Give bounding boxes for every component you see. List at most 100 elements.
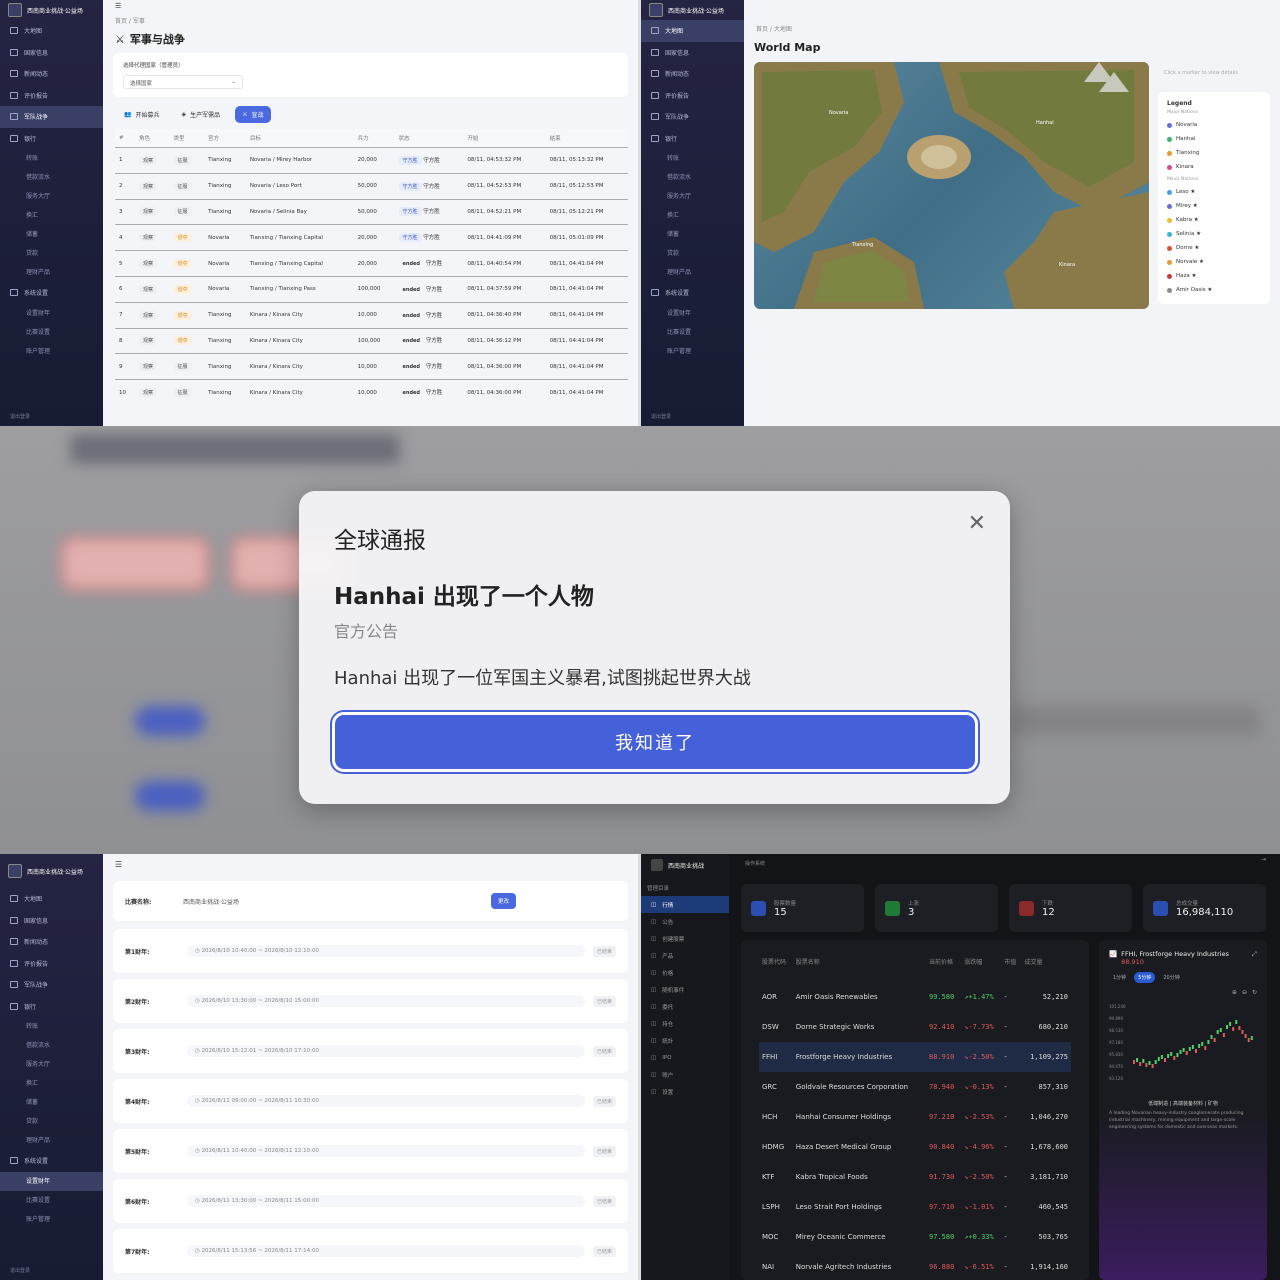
sidebar-item[interactable]: 银行: [641, 128, 744, 150]
table-row[interactable]: 4 观察 侵夺 Novaria Tianxing / Tianxing Capital 2…: [115, 224, 628, 251]
sidebar-item[interactable]: 国家信息: [0, 910, 103, 932]
sidebar-item[interactable]: 军队战争: [0, 974, 103, 996]
stock-menu-item[interactable]: ◫ 公告: [641, 913, 729, 930]
country-select[interactable]: 选择国家 ⌄: [123, 75, 243, 89]
sidebar-subitem[interactable]: 储蓄: [641, 225, 744, 244]
stock-menu-item[interactable]: ◫ 随机事件: [641, 981, 729, 998]
produce-supplies-button[interactable]: ◈ 生产军需品: [175, 106, 228, 123]
stock-menu-item[interactable]: ◫ 行情: [641, 896, 729, 913]
table-row[interactable]: 8 观察 侵夺 Tianxing Kinara / Kinara City 100,000…: [115, 327, 628, 354]
candlestick-chart[interactable]: 101.240 99.890 98.530 97.180 95.830 94.470 93.…: [1109, 1000, 1257, 1090]
sidebar-subitem[interactable]: 换汇: [0, 1074, 103, 1093]
sidebar-item[interactable]: 国家信息: [0, 42, 103, 64]
table-row[interactable]: GRC Goldvale Resources Corporation 78.940 ↘…: [759, 1072, 1071, 1102]
sidebar-subitem[interactable]: 账户管理: [0, 342, 103, 361]
world-map[interactable]: Novaria Hanhai Tianxing Kinara: [754, 62, 1149, 309]
date-range[interactable]: ◷ 2026/8/11 10:40:00 ~ 2026/8/11 12:10:0…: [187, 1145, 585, 1157]
legend-item[interactable]: Haza ★: [1167, 269, 1261, 283]
legend-item[interactable]: Amir Oasis ★: [1167, 283, 1261, 297]
sidebar-subitem[interactable]: 服务大厅: [0, 1055, 103, 1074]
table-row[interactable]: NAI Norvale Agritech Industries 96.880 ↘-6.…: [759, 1252, 1071, 1280]
table-row[interactable]: 7 观察 侵夺 Tianxing Kinara / Kinara City 10,000 e…: [115, 301, 628, 329]
close-icon[interactable]: ✕: [968, 511, 986, 536]
map-label-kinara[interactable]: Kinara: [1059, 262, 1075, 268]
sidebar-item[interactable]: 军队战争: [0, 106, 103, 128]
sidebar-subitem[interactable]: 理财产品: [0, 263, 103, 282]
sidebar-item[interactable]: 新闻动态: [641, 63, 744, 85]
sidebar-subitem[interactable]: 服务大厅: [0, 187, 103, 206]
stock-menu-item[interactable]: ◫ 创建股票: [641, 930, 729, 947]
sidebar-subitem[interactable]: 储蓄: [0, 225, 103, 244]
table-row[interactable]: LSPH Leso Strait Port Holdings 97.710 ↘-1.0…: [759, 1192, 1071, 1222]
logout-link[interactable]: 退出登录: [10, 1267, 30, 1274]
table-row[interactable]: 2 观察 征服 Tianxing Novaria / Leso Port 50,000 守方…: [115, 172, 628, 200]
range-tab[interactable]: 1分钟: [1109, 972, 1130, 983]
sidebar-subitem[interactable]: 设置财年: [641, 304, 744, 323]
sidebar-subitem[interactable]: 转账: [0, 149, 103, 168]
sidebar-subitem[interactable]: 贷款: [0, 244, 103, 263]
sidebar-subitem[interactable]: 贷款: [641, 244, 744, 263]
sidebar-subitem[interactable]: 贷款: [0, 1112, 103, 1131]
sidebar-item[interactable]: 银行: [0, 128, 103, 150]
change-button[interactable]: 更改: [490, 893, 516, 909]
table-row[interactable]: HDMG Haza Desert Medical Group 90.840 ↘-4.9…: [759, 1132, 1071, 1162]
legend-item[interactable]: Leso ★: [1167, 185, 1261, 199]
stock-menu-item[interactable]: ◫ 統計: [641, 1032, 729, 1049]
sidebar-subitem[interactable]: 换汇: [641, 206, 744, 225]
stock-menu-item[interactable]: ◫ 委托: [641, 998, 729, 1015]
table-row[interactable]: FFHI Frostforge Heavy Industries 88.910 ↘-2…: [759, 1042, 1071, 1072]
sidebar-subitem[interactable]: 借款流水: [0, 1036, 103, 1055]
date-range[interactable]: ◷ 2026/8/10 15:12:01 ~ 2026/8/10 17:10:0…: [187, 1045, 585, 1057]
sidebar-item[interactable]: 评价报告: [641, 85, 744, 107]
table-row[interactable]: DSW Dorne Strategic Works 92.410 ↘-7.73% - 68…: [759, 1012, 1071, 1042]
legend-item[interactable]: Hanhai: [1167, 132, 1261, 146]
table-row[interactable]: 1 观察 征服 Tianxing Novaria / Mirey Harbor 20,00…: [115, 147, 628, 174]
modal-backdrop[interactable]: 全球通报 ✕ Hanhai 出现了一个人物 官方公告 Hanhai 出现了一位军…: [0, 426, 1280, 854]
sidebar-subitem[interactable]: 转账: [641, 149, 744, 168]
legend-item[interactable]: Norvale ★: [1167, 255, 1261, 269]
date-range[interactable]: ◷ 2026/8/10 10:40:00 ~ 2026/8/10 12:10:0…: [187, 945, 585, 957]
sidebar-subitem[interactable]: 服务大厅: [641, 187, 744, 206]
sidebar-item[interactable]: 大地图: [0, 20, 103, 42]
legend-item[interactable]: Kinara: [1167, 160, 1261, 174]
sidebar-item[interactable]: 大地图: [641, 20, 744, 42]
table-row[interactable]: KTF Kabra Tropical Foods 91.730 ↘-2.50% - 3,1…: [759, 1162, 1071, 1192]
confirm-button[interactable]: 我知道了: [332, 712, 978, 772]
table-row[interactable]: AOR Amir Oasis Renewables 99.580 ↗+1.47% - 52…: [759, 982, 1071, 1012]
table-row[interactable]: MOC Mirey Oceanic Commerce 97.580 ↗+0.33% - 5…: [759, 1222, 1071, 1252]
stock-menu-item[interactable]: ◫ 持仓: [641, 1015, 729, 1032]
date-range[interactable]: ◷ 2026/8/10 13:30:00 ~ 2026/8/10 15:00:0…: [187, 995, 585, 1007]
declare-war-button[interactable]: ⚔ 宣战: [235, 106, 271, 123]
sidebar-subitem[interactable]: 理财产品: [0, 1131, 103, 1150]
sidebar-subitem[interactable]: 比赛设置: [641, 323, 744, 342]
map-label-tianxing[interactable]: Tianxing: [852, 242, 873, 248]
date-range[interactable]: ◷ 2026/8/11 13:30:00 ~ 2026/8/11 15:00:0…: [187, 1195, 585, 1207]
sidebar-subitem[interactable]: 账户管理: [0, 1210, 103, 1229]
stock-menu-item[interactable]: ◫ 设置: [641, 1083, 729, 1100]
sidebar-subitem[interactable]: 设置财年: [0, 1171, 103, 1191]
stock-menu-item[interactable]: ◫ 产品: [641, 947, 729, 964]
expand-icon[interactable]: ⤢: [1252, 950, 1257, 966]
logout-link[interactable]: 退出登录: [651, 413, 671, 420]
sidebar-subitem[interactable]: 账户管理: [641, 342, 744, 361]
sidebar-item[interactable]: 大地图: [0, 888, 103, 910]
legend-item[interactable]: Dorne ★: [1167, 241, 1261, 255]
sidebar-subitem[interactable]: 设置财年: [0, 304, 103, 323]
sidebar-subitem[interactable]: 储蓄: [0, 1093, 103, 1112]
sidebar-item-settings[interactable]: 系统设置: [0, 282, 103, 304]
range-tab[interactable]: 20分钟: [1159, 972, 1183, 983]
menu-toggle-icon[interactable]: ☰: [115, 2, 121, 10]
sidebar-item[interactable]: 新闻动态: [0, 63, 103, 85]
sidebar-item[interactable]: 评价报告: [0, 953, 103, 975]
sidebar-item-settings[interactable]: 系统设置: [641, 282, 744, 304]
sidebar-item[interactable]: 军队战争: [641, 106, 744, 128]
date-range[interactable]: ◷ 2026/8/11 15:13:56 ~ 2026/8/11 17:14:0…: [187, 1245, 585, 1257]
sidebar-subitem[interactable]: 理财产品: [641, 263, 744, 282]
table-row[interactable]: 9 观察 征服 Tianxing Kinara / Kinara City 10,000 e…: [115, 353, 628, 380]
legend-item[interactable]: Novaria: [1167, 118, 1261, 132]
table-row[interactable]: 6 观察 侵夺 Novaria Tianxing / Tianxing Pass 100,…: [115, 275, 628, 303]
map-label-novaria[interactable]: Novaria: [829, 110, 848, 116]
zoom-in-icon[interactable]: ⊕: [1232, 989, 1237, 996]
recruit-button[interactable]: 👥 开始募兵: [117, 106, 167, 123]
sidebar-subitem[interactable]: 转账: [0, 1017, 103, 1036]
